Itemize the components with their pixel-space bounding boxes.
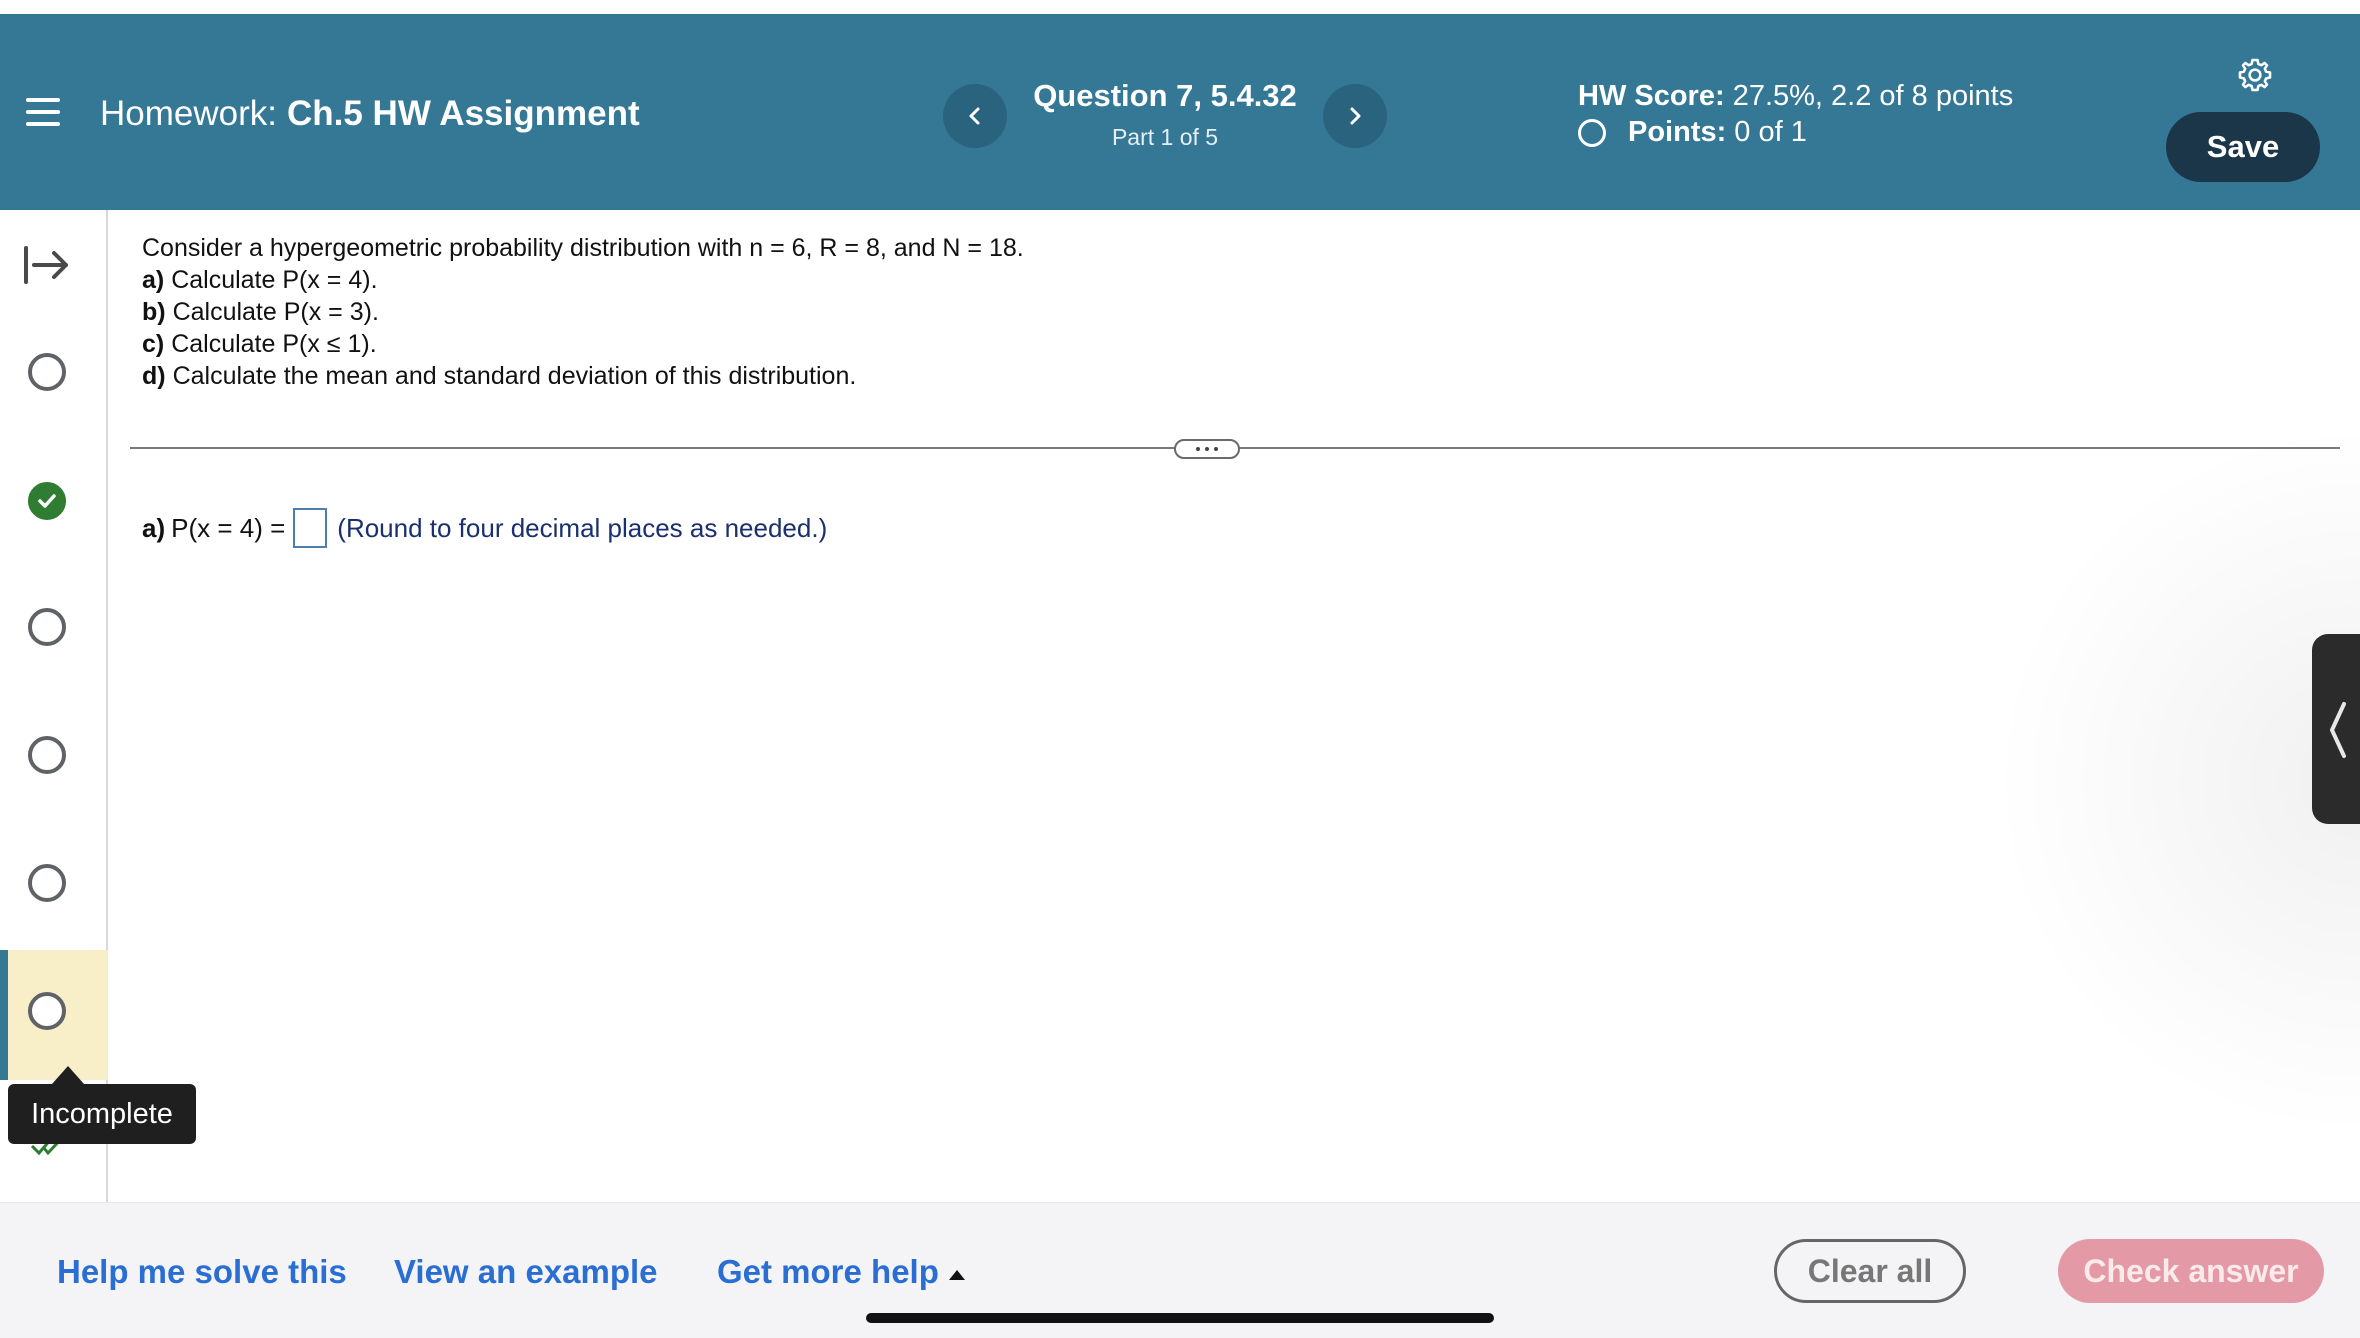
assignment-title: Homework: Ch.5 HW Assignment	[100, 94, 640, 134]
hw-score: HW Score: 27.5%, 2.2 of 8 points	[1578, 80, 2013, 113]
problem-part-d: d) Calculate the mean and standard devia…	[142, 360, 1024, 392]
part-text: Calculate the mean and standard deviatio…	[172, 362, 857, 390]
chevron-left-icon	[969, 107, 980, 125]
question-indicator: Question 7, 5.4.32 Part 1 of 5	[1010, 78, 1320, 151]
home-indicator	[866, 1313, 1494, 1323]
view-example-link[interactable]: View an example	[394, 1253, 658, 1291]
points: Points: 0 of 1	[1578, 116, 1807, 149]
question-status-3[interactable]	[28, 608, 66, 646]
next-question-button[interactable]	[1323, 84, 1387, 148]
part-label: d)	[142, 362, 166, 390]
assignment-prefix: Homework:	[100, 94, 277, 133]
resize-handle[interactable]	[1174, 439, 1240, 459]
question-status-4[interactable]	[28, 736, 66, 774]
hw-score-label: HW Score:	[1578, 80, 1725, 112]
hw-score-value: 27.5%, 2.2 of 8 points	[1732, 80, 2014, 112]
points-status-icon	[1578, 118, 1606, 147]
clear-all-button[interactable]: Clear all	[1774, 1239, 1966, 1303]
part-text: Calculate P(x = 4).	[171, 266, 378, 294]
part-text: Calculate P(x ≤ 1).	[171, 330, 377, 358]
side-panel-toggle[interactable]	[2312, 634, 2360, 824]
chevron-left-icon	[2330, 702, 2346, 758]
previous-question-button[interactable]	[943, 84, 1007, 148]
answer-hint: (Round to four decimal places as needed.…	[337, 512, 828, 543]
menu-icon[interactable]	[26, 98, 60, 128]
status-tooltip: Incomplete	[8, 1084, 196, 1144]
gear-icon[interactable]	[2236, 56, 2274, 94]
question-title: Question 7, 5.4.32	[1033, 78, 1297, 113]
current-question-marker	[0, 950, 8, 1080]
assignment-name: Ch.5 HW Assignment	[286, 94, 640, 133]
points-label: Points:	[1628, 116, 1727, 148]
chevron-right-icon	[1350, 107, 1361, 125]
answer-expression: P(x = 4) =	[171, 512, 286, 543]
question-status-1[interactable]	[28, 353, 66, 391]
get-more-help-link[interactable]: Get more help	[717, 1253, 965, 1291]
question-status-5[interactable]	[28, 864, 66, 902]
question-part: Part 1 of 5	[1111, 124, 1219, 150]
problem-statement: Consider a hypergeometric probability di…	[142, 232, 1024, 392]
homework-app: Homework: Ch.5 HW Assignment Question 7, …	[0, 0, 2360, 1338]
check-answer-button[interactable]: Check answer	[2058, 1239, 2324, 1303]
side-panel-shadow	[1990, 420, 2360, 1140]
problem-part-c: c) Calculate P(x ≤ 1).	[142, 328, 1024, 360]
part-text: Calculate P(x = 3).	[172, 298, 379, 326]
answer-input[interactable]	[293, 508, 328, 548]
status-strip	[0, 0, 2360, 14]
help-me-solve-link[interactable]: Help me solve this	[57, 1253, 347, 1291]
question-status-2[interactable]	[28, 482, 66, 520]
problem-part-b: b) Calculate P(x = 3).	[142, 296, 1024, 328]
tooltip-arrow	[52, 1066, 84, 1084]
checkmark-icon	[38, 494, 56, 508]
problem-part-a: a) Calculate P(x = 4).	[142, 264, 1024, 296]
part-label: b)	[142, 298, 166, 326]
answer-part-label: a)	[142, 512, 166, 543]
expand-sidebar-icon[interactable]	[22, 240, 72, 290]
problem-intro: Consider a hypergeometric probability di…	[142, 234, 1024, 262]
question-status-current[interactable]	[28, 992, 66, 1030]
points-value: 0 of 1	[1734, 116, 1807, 148]
answer-row: a) P(x = 4) = (Round to four decimal pla…	[142, 508, 827, 548]
save-button[interactable]: Save	[2166, 112, 2320, 182]
question-sidebar	[0, 210, 108, 1202]
part-label: a)	[142, 266, 165, 294]
header-bar: Homework: Ch.5 HW Assignment Question 7, …	[0, 14, 2360, 210]
caret-up-icon	[948, 1270, 965, 1280]
get-more-help-label: Get more help	[717, 1253, 939, 1290]
part-label: c)	[142, 330, 165, 358]
footer-bar: Help me solve this View an example Get m…	[0, 1202, 2360, 1338]
